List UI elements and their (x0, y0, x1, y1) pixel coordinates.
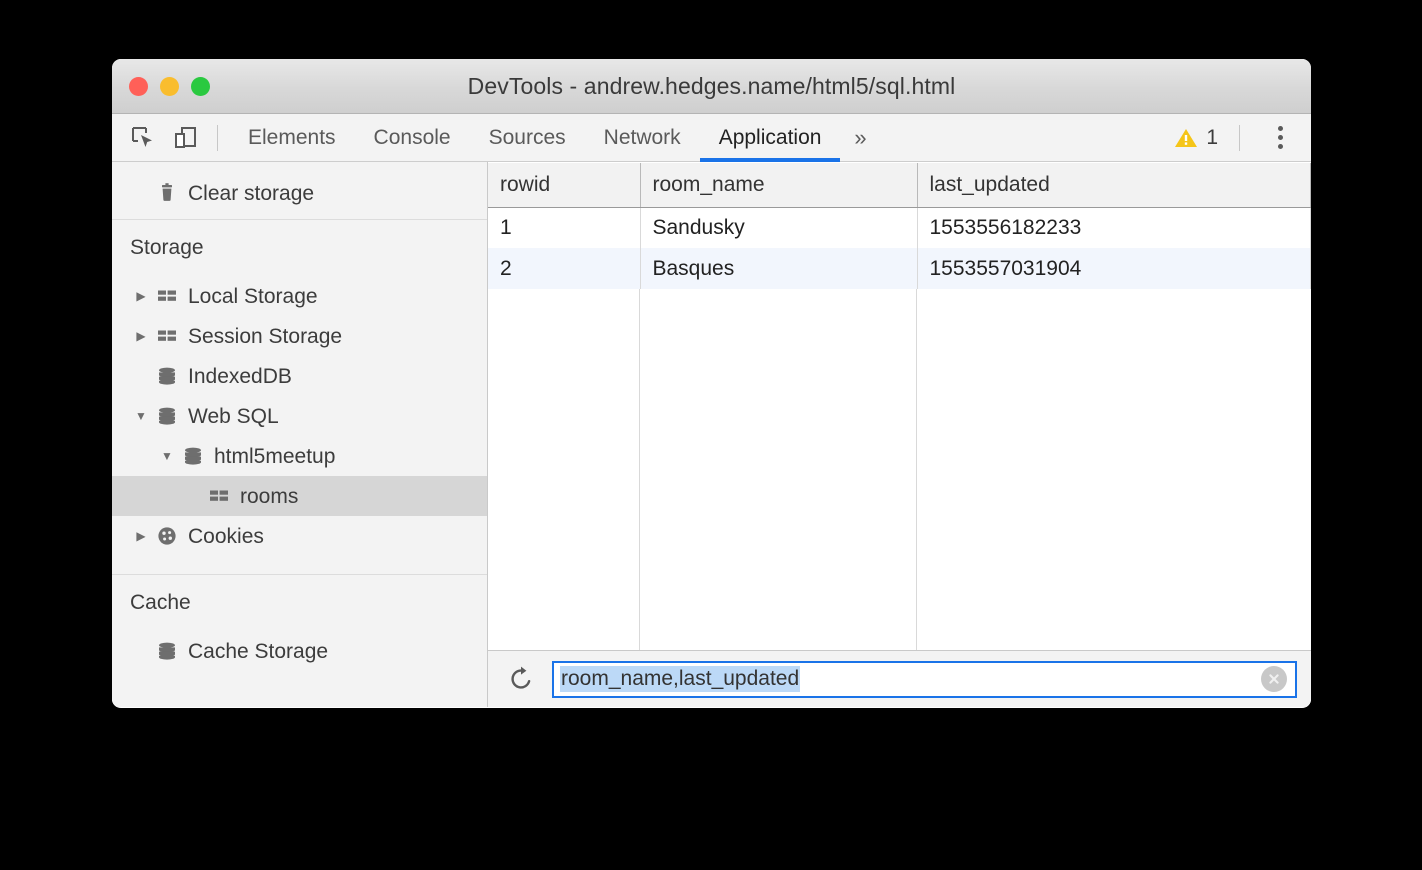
warning-badge[interactable]: 1 (1164, 126, 1228, 150)
table-row[interactable]: 1 Sandusky 1553556182233 (488, 207, 1311, 248)
sidebar-item-cache-storage[interactable]: Cache Storage (112, 631, 487, 671)
tab-console[interactable]: Console (355, 114, 470, 161)
database-icon (152, 404, 182, 428)
sidebar-item-rooms[interactable]: rooms (112, 476, 487, 516)
tab-label: Console (374, 126, 451, 150)
table-icon (152, 284, 182, 308)
database-icon (152, 639, 182, 663)
sidebar-item-label: IndexedDB (188, 366, 292, 387)
sidebar-item-label: Web SQL (188, 406, 279, 427)
rooms-table: rowid room_name last_updated 1 Sandusky … (488, 163, 1311, 289)
sidebar-item-indexeddb[interactable]: IndexedDB (112, 356, 487, 396)
close-window-button[interactable] (129, 77, 148, 96)
clear-circle-icon[interactable] (1261, 666, 1287, 692)
table-icon (204, 484, 234, 508)
sidebar-item-label: rooms (240, 486, 298, 507)
devtools-tab-strip: Elements Console Sources Network Applica… (112, 114, 1311, 162)
sidebar-item-label: Cache Storage (188, 641, 328, 662)
trash-icon (152, 181, 182, 205)
window-title: DevTools - andrew.hedges.name/html5/sql.… (468, 73, 956, 100)
sidebar-spacer (112, 556, 487, 568)
sidebar-item-html5meetup[interactable]: ▼ html5meetup (112, 436, 487, 476)
tab-label: Application (719, 126, 822, 150)
window-controls (129, 59, 210, 114)
tab-sources[interactable]: Sources (470, 114, 585, 161)
chevron-right-icon[interactable]: ▶ (130, 529, 152, 543)
filler-col (488, 289, 640, 650)
tab-application[interactable]: Application (700, 114, 841, 161)
warning-count: 1 (1206, 126, 1218, 150)
inspect-cursor-icon[interactable] (122, 117, 164, 159)
kebab-dot (1278, 126, 1283, 131)
cell-room-name: Sandusky (640, 207, 917, 248)
maximize-window-button[interactable] (191, 77, 210, 96)
minimize-window-button[interactable] (160, 77, 179, 96)
devtools-window: DevTools - andrew.hedges.name/html5/sql.… (112, 59, 1311, 708)
warning-triangle-icon (1174, 127, 1198, 149)
sidebar-item-label: Cookies (188, 526, 264, 547)
sidebar-item-label: Service Workers (188, 162, 342, 164)
screenshot-canvas: DevTools - andrew.hedges.name/html5/sql.… (0, 0, 1422, 870)
kebab-dot (1278, 135, 1283, 140)
chevron-right-icon[interactable]: ▶ (130, 289, 152, 303)
kebab-dot (1278, 144, 1283, 149)
filter-input-value: room_name,last_updated (560, 666, 800, 692)
more-tabs-label: » (854, 125, 866, 151)
sidebar-item-label: html5meetup (214, 446, 335, 467)
chevron-right-icon[interactable]: ▶ (130, 329, 152, 343)
refresh-icon[interactable] (502, 660, 540, 698)
toolbar-right-group: 1 (1164, 119, 1311, 157)
data-grid[interactable]: rowid room_name last_updated 1 Sandusky … (488, 162, 1311, 650)
tab-elements[interactable]: Elements (229, 114, 355, 161)
chevron-down-icon[interactable]: ▼ (130, 409, 152, 423)
sidebar-item-label: Session Storage (188, 326, 342, 347)
table-icon (152, 324, 182, 348)
table-header-row: rowid room_name last_updated (488, 163, 1311, 207)
tab-label: Elements (248, 126, 336, 150)
data-grid-area: rowid room_name last_updated 1 Sandusky … (488, 162, 1311, 707)
cell-last-updated: 1553556182233 (917, 207, 1311, 248)
column-header-rowid[interactable]: rowid (488, 163, 640, 207)
application-sidebar[interactable]: Service Workers Clear storage (112, 162, 488, 707)
cell-room-name: Basques (640, 248, 917, 289)
sidebar-item-label: Local Storage (188, 286, 318, 307)
kebab-menu-icon[interactable] (1263, 119, 1297, 157)
cookie-icon (152, 524, 182, 548)
filter-input[interactable]: room_name,last_updated (552, 661, 1297, 698)
filler-col (640, 289, 917, 650)
cell-rowid: 1 (488, 207, 640, 248)
device-toolbar-icon[interactable] (164, 117, 206, 159)
cell-rowid: 2 (488, 248, 640, 289)
cell-last-updated: 1553557031904 (917, 248, 1311, 289)
tab-label: Sources (489, 126, 566, 150)
chevron-down-icon[interactable]: ▼ (156, 449, 178, 463)
sidebar-section-cache-title: Cache (112, 575, 487, 631)
toolbar-divider-right (1239, 125, 1240, 151)
database-icon (152, 364, 182, 388)
application-panel: Service Workers Clear storage (112, 162, 1311, 707)
sidebar-tree: Service Workers Clear storage (112, 162, 487, 671)
sidebar-item-label: Clear storage (188, 183, 314, 204)
column-header-room-name[interactable]: room_name (640, 163, 917, 207)
database-icon (178, 444, 208, 468)
more-tabs-button[interactable]: » (840, 114, 880, 161)
sidebar-item-clear-storage[interactable]: Clear storage (112, 173, 487, 213)
title-bar: DevTools - andrew.hedges.name/html5/sql.… (112, 59, 1311, 114)
table-row[interactable]: 2 Basques 1553557031904 (488, 248, 1311, 289)
gear-icon (152, 162, 182, 165)
tab-network[interactable]: Network (585, 114, 700, 161)
tab-label: Network (604, 126, 681, 150)
grid-empty-area (488, 289, 1311, 650)
sidebar-item-local-storage[interactable]: ▶ Local Storage (112, 276, 487, 316)
column-header-last-updated[interactable]: last_updated (917, 163, 1311, 207)
sidebar-item-session-storage[interactable]: ▶ Session Storage (112, 316, 487, 356)
filler-col (917, 289, 1311, 650)
sidebar-item-service-workers[interactable]: Service Workers (112, 162, 487, 173)
grid-filter-bar: room_name,last_updated (488, 650, 1311, 707)
toolbar-divider (217, 125, 218, 151)
sidebar-item-web-sql[interactable]: ▼ Web SQL (112, 396, 487, 436)
sidebar-section-storage-title: Storage (112, 220, 487, 276)
sidebar-item-cookies[interactable]: ▶ Cookies (112, 516, 487, 556)
